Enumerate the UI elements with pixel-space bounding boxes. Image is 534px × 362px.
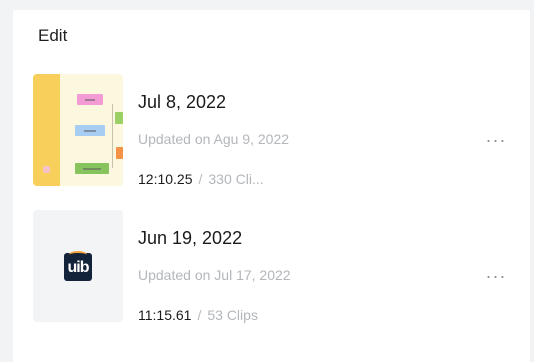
project-date: Jun 19, 2022: [138, 228, 243, 248]
project-item[interactable]: Jul 8, 2022 Updated on Agu 9, 2022 12:10…: [13, 74, 530, 194]
thumbnail-shape: [83, 168, 101, 170]
project-updated: Updated on Agu 9, 2022: [138, 131, 290, 147]
project-meta: 12:10.25 / 330 Cli...: [138, 171, 264, 187]
thumbnail-shape: [43, 166, 50, 173]
thumbnail-shape: [85, 99, 95, 101]
more-horizontal-icon[interactable]: ···: [481, 131, 511, 154]
project-updated: Updated on Jul 17, 2022: [138, 267, 291, 283]
project-duration: 12:10.25: [138, 171, 193, 187]
project-thumbnail[interactable]: [33, 74, 123, 186]
project-meta: 11:15.61 / 53 Clips: [138, 307, 258, 323]
panel-title: Edit: [38, 26, 68, 45]
project-clips: 330 Cli...: [208, 171, 264, 187]
thumbnail-shape: [115, 112, 123, 124]
thumbnail-shape: [84, 130, 96, 132]
meta-separator: /: [198, 171, 203, 187]
project-date: Jul 8, 2022: [138, 92, 227, 112]
thumbnail-shape: [116, 147, 123, 159]
project-thumbnail[interactable]: uib: [33, 210, 123, 322]
project-duration: 11:15.61: [138, 307, 192, 323]
meta-separator: /: [197, 307, 202, 323]
project-item[interactable]: uib Jun 19, 2022 Updated on Jul 17, 2022…: [13, 210, 530, 330]
thumbnail-shape: [112, 104, 113, 168]
more-horizontal-icon[interactable]: ···: [481, 267, 511, 290]
edit-panel: Edit Jul 8, 2022 Updated on Agu 9, 2022 …: [13, 10, 530, 362]
logo-swoosh: [69, 251, 87, 259]
project-clips: 53 Clips: [207, 307, 258, 323]
